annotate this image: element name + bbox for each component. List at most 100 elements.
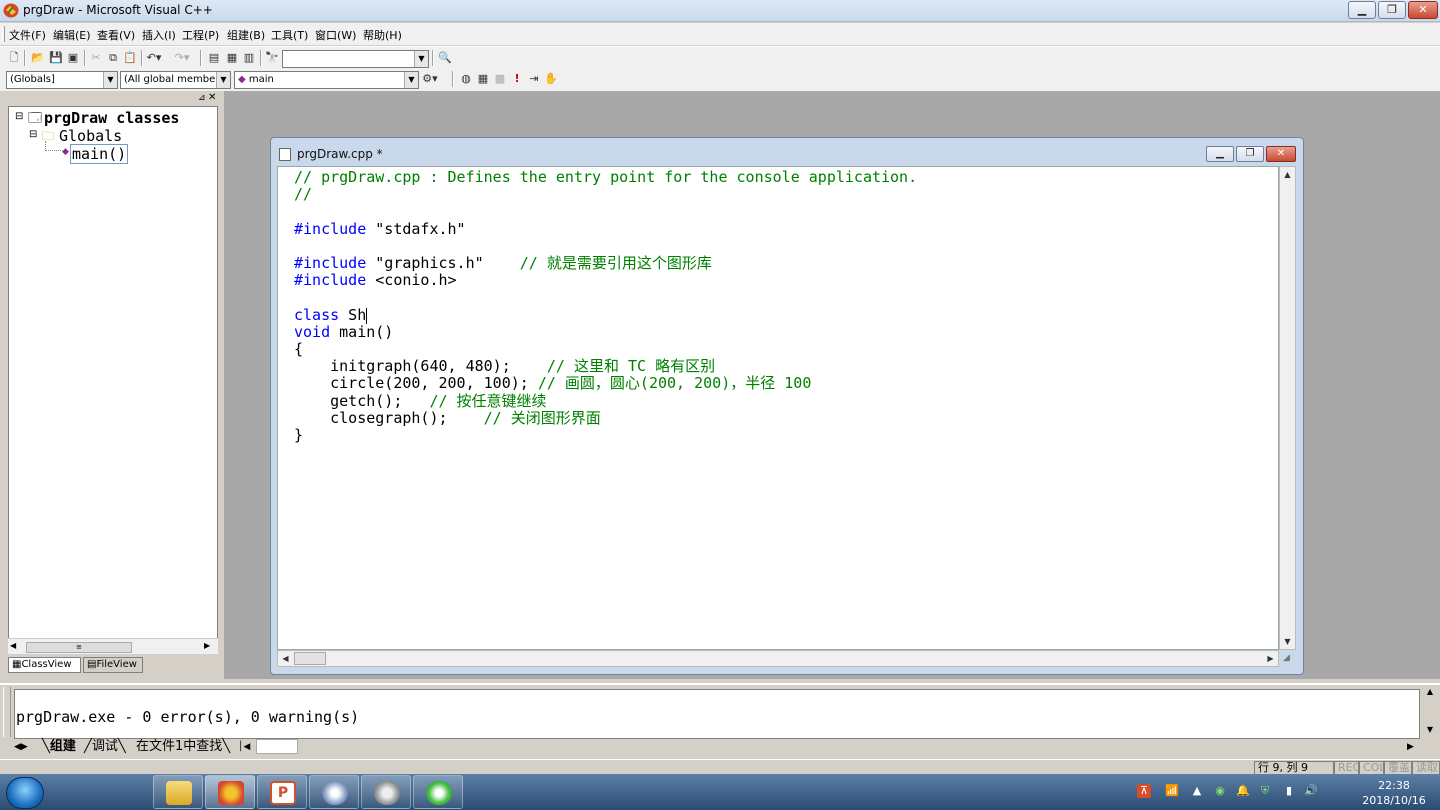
document-icon[interactable]: [279, 148, 291, 161]
resize-grip-icon[interactable]: ◢: [1283, 653, 1290, 663]
tree-horizontal-scrollbar[interactable]: ◀ ≡ ▶: [8, 638, 218, 654]
chevron-down-icon[interactable]: ▼: [216, 72, 230, 88]
breakpoint-hand-icon[interactable]: ✋: [543, 71, 559, 87]
tree-globals-label[interactable]: Globals: [59, 127, 122, 145]
show-hidden-icons-icon[interactable]: ▲: [1190, 784, 1204, 798]
tree-main-label[interactable]: main(): [70, 144, 129, 164]
scroll-right-icon[interactable]: ▶: [1407, 739, 1414, 755]
chevron-down-icon[interactable]: ▼: [414, 51, 428, 67]
undo-icon[interactable]: ↶▾: [146, 50, 162, 66]
system-clock[interactable]: 22:38 2018/10/16: [1352, 778, 1436, 808]
save-all-icon[interactable]: ▣: [65, 50, 81, 66]
scroll-right-icon[interactable]: ▶: [1263, 651, 1278, 666]
menu-grip[interactable]: [2, 26, 5, 42]
window-list-icon[interactable]: ▥: [241, 50, 257, 66]
save-icon[interactable]: 💾: [48, 50, 64, 66]
menu-edit[interactable]: 编辑(E): [53, 27, 91, 43]
tab-prev-icon[interactable]: ◀▶: [14, 739, 28, 755]
menu-window[interactable]: 窗口(W): [315, 27, 356, 43]
output-text[interactable]: prgDraw.exe - 0 error(s), 0 warning(s): [14, 689, 1420, 739]
editor-horizontal-scrollbar[interactable]: ◀ ▶: [277, 650, 1279, 667]
output-grip[interactable]: [3, 687, 11, 737]
scroll-thumb[interactable]: ≡: [26, 642, 132, 653]
volume-icon[interactable]: 🔊: [1304, 784, 1318, 798]
editor-close-button[interactable]: ✕: [1266, 146, 1296, 162]
close-button[interactable]: ✕: [1408, 1, 1438, 19]
tab-build[interactable]: ╲组建: [42, 739, 76, 755]
compile-icon[interactable]: ◍: [458, 71, 474, 87]
go-icon[interactable]: ⇥: [526, 71, 542, 87]
scroll-left-icon[interactable]: ◀: [10, 641, 16, 650]
find-combo[interactable]: ▼: [282, 50, 429, 68]
menu-insert[interactable]: 插入(I): [142, 27, 176, 43]
collapse-icon[interactable]: ⊟: [15, 111, 23, 122]
collapse-icon[interactable]: ⊟: [29, 129, 37, 140]
workspace-icon[interactable]: ▤: [206, 50, 222, 66]
chevron-down-icon[interactable]: ▼: [103, 72, 117, 88]
wizard-action-icon[interactable]: ⚙▾: [422, 71, 438, 87]
scroll-down-icon[interactable]: ▼: [1280, 634, 1295, 649]
menu-project[interactable]: 工程(P): [182, 27, 219, 43]
visual-cpp-app-icon[interactable]: [3, 3, 19, 18]
menu-help[interactable]: 帮助(H): [363, 27, 402, 43]
tab-find-in-files-1[interactable]: 在文件1中查找╲: [136, 739, 230, 755]
cut-icon[interactable]: ✂: [88, 50, 104, 66]
output-scroll-thumb[interactable]: [256, 739, 298, 754]
find-in-files-icon[interactable]: 🔭: [264, 50, 280, 66]
scroll-left-icon[interactable]: │◀: [238, 739, 250, 755]
chevron-down-icon[interactable]: ▼: [404, 72, 418, 88]
tree-root-label[interactable]: prgDraw classes: [44, 109, 179, 127]
explorer-taskbar-button[interactable]: [153, 775, 203, 809]
output-window-icon[interactable]: ▦: [224, 50, 240, 66]
shield-icon[interactable]: ⛨: [1258, 784, 1272, 798]
visual-cpp-icon: [218, 781, 244, 805]
redo-icon[interactable]: ↷▾: [174, 50, 190, 66]
security-app-icon[interactable]: ◉: [1213, 784, 1227, 798]
tab-fileview[interactable]: ▤FileView: [83, 657, 143, 673]
tab-debug[interactable]: ╱调试╲: [84, 739, 126, 755]
network-icon[interactable]: ▮: [1282, 784, 1296, 798]
toolbar-separator: [84, 50, 86, 66]
input-method-icon[interactable]: ⊼: [1137, 784, 1151, 798]
class-scope-combo[interactable]: (Globals] ▼: [6, 71, 118, 89]
notification-bell-icon[interactable]: 🔔: [1236, 784, 1250, 798]
scroll-left-icon[interactable]: ◀: [278, 651, 293, 666]
menu-tools[interactable]: 工具(T): [271, 27, 308, 43]
dock-icon[interactable]: ⊿: [198, 93, 206, 103]
start-button[interactable]: [6, 777, 44, 809]
paste-icon[interactable]: 📋: [122, 50, 138, 66]
editor-minimize-button[interactable]: ▁: [1206, 146, 1234, 162]
editor-vertical-scrollbar[interactable]: ▲ ▼: [1279, 166, 1296, 650]
menu-build[interactable]: 组建(B): [227, 27, 265, 43]
menu-view[interactable]: 查看(V): [97, 27, 135, 43]
scroll-up-icon[interactable]: ▲: [1280, 167, 1295, 182]
scroll-thumb[interactable]: [294, 652, 326, 665]
close-icon[interactable]: ✕: [208, 92, 216, 103]
execute-icon[interactable]: !: [509, 71, 525, 87]
copy-icon[interactable]: ⧉: [105, 50, 121, 66]
code-line: initgraph(640, 480); // 这里和 TC 略有区别: [294, 358, 715, 375]
editor-restore-button[interactable]: ❐: [1236, 146, 1264, 162]
find-icon[interactable]: 🔍: [437, 50, 453, 66]
code-line: }: [294, 427, 303, 444]
wifi-icon[interactable]: 📶: [1165, 784, 1179, 798]
stop-build-icon[interactable]: ▩: [492, 71, 508, 87]
media-taskbar-button[interactable]: [309, 775, 359, 809]
scroll-up-icon[interactable]: ▲: [1422, 687, 1438, 701]
tab-classview[interactable]: ▦ClassView: [8, 657, 81, 673]
visual-cpp-taskbar-button[interactable]: [205, 775, 255, 809]
minimize-button[interactable]: ▁: [1348, 1, 1376, 19]
powerpoint-taskbar-button[interactable]: P: [257, 775, 307, 809]
code-editor[interactable]: // prgDraw.cpp : Defines the entry point…: [277, 166, 1279, 650]
open-icon[interactable]: 📂: [30, 50, 46, 66]
restore-button[interactable]: ❐: [1378, 1, 1406, 19]
function-combo[interactable]: ◆ main ▼: [234, 71, 419, 89]
scroll-down-icon[interactable]: ▼: [1422, 725, 1438, 739]
scroll-right-icon[interactable]: ▶: [204, 641, 210, 650]
browser-taskbar-button[interactable]: [413, 775, 463, 809]
build-icon[interactable]: ▦: [475, 71, 491, 87]
members-combo[interactable]: (All global member ▼: [120, 71, 231, 89]
new-file-icon[interactable]: 🗋: [6, 50, 22, 66]
menu-file[interactable]: 文件(F): [9, 27, 46, 43]
speaker-taskbar-button[interactable]: [361, 775, 411, 809]
